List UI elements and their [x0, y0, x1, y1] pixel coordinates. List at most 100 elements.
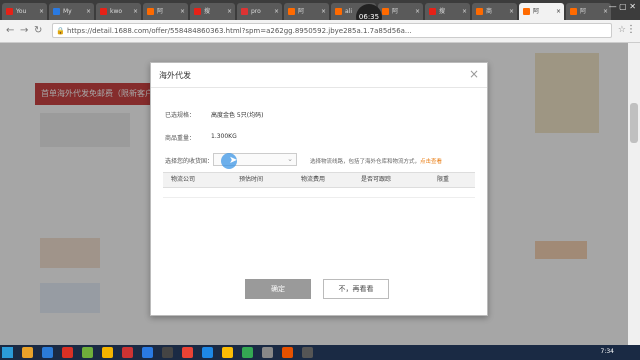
tab-favicon-icon: [429, 8, 436, 15]
tab-label: pro: [251, 8, 261, 15]
weight-value: 1.300KG: [211, 133, 237, 140]
browser-tab[interactable]: 阿 ×: [143, 3, 188, 20]
view-details-link[interactable]: 点击查看: [420, 159, 442, 165]
tab-close-icon[interactable]: ×: [603, 3, 608, 20]
tab-label: ali: [345, 8, 353, 15]
tab-label: 阿: [580, 8, 587, 15]
page-scrollbar[interactable]: [628, 43, 640, 345]
taskbar-app-icon[interactable]: [222, 347, 233, 358]
logistics-note-text: 选择物流线路，包括了海外仓库和物流方式，: [310, 159, 421, 165]
address-bar: ← → ↻ 🔒 https://detail.1688.com/offer/55…: [0, 20, 640, 43]
tab-favicon-icon: [570, 8, 577, 15]
scroll-thumb[interactable]: [630, 103, 638, 143]
os-taskbar: 7:34: [0, 345, 640, 360]
tab-label: My: [63, 8, 72, 15]
bookmark-star-icon[interactable]: ☆: [618, 25, 626, 35]
browser-tab[interactable]: 阿 ×: [566, 3, 611, 20]
tab-close-icon[interactable]: ×: [180, 3, 185, 20]
overseas-shipping-dialog: 海外代发 × 已选规格： 高度金色 5只(均码) 商品重量： 1.300KG 选…: [150, 62, 488, 316]
back-icon[interactable]: ←: [6, 25, 14, 36]
tab-close-icon[interactable]: ×: [133, 3, 138, 20]
taskbar-app-icon[interactable]: [302, 347, 313, 358]
close-icon[interactable]: ×: [469, 67, 479, 81]
taskbar-app-icon[interactable]: [202, 347, 213, 358]
tab-label: 搜: [204, 8, 211, 15]
tab-close-icon[interactable]: ×: [86, 3, 91, 20]
taskbar-app-icon[interactable]: [62, 347, 73, 358]
logistics-table-header: 物流公司 预估时间 物流费用 是否可跟踪 限重: [163, 172, 475, 188]
taskbar-app-icon[interactable]: [262, 347, 273, 358]
confirm-button[interactable]: 确定: [245, 279, 311, 299]
country-select-label: 选择您的收货国：: [165, 158, 214, 165]
taskbar-app-icon[interactable]: [182, 347, 193, 358]
weight-label: 商品重量：: [165, 135, 196, 142]
taskbar-app-icon[interactable]: [162, 347, 173, 358]
dialog-title: 海外代发: [159, 71, 191, 80]
tab-close-icon[interactable]: ×: [274, 3, 279, 20]
browser-tab[interactable]: 搜 ×: [190, 3, 235, 20]
tab-label: You: [16, 8, 27, 15]
tab-favicon-icon: [6, 8, 13, 15]
window-controls[interactable]: — ▢ ✕: [609, 2, 636, 11]
tab-favicon-icon: [335, 8, 342, 15]
browser-tab[interactable]: My ×: [49, 3, 94, 20]
taskbar-app-icon[interactable]: [142, 347, 153, 358]
tab-favicon-icon: [194, 8, 201, 15]
reload-icon[interactable]: ↻: [34, 25, 42, 36]
tab-label: kwo: [110, 8, 123, 15]
start-button-icon[interactable]: [2, 347, 13, 358]
spec-label: 已选规格：: [165, 112, 196, 119]
dialog-divider: [151, 87, 487, 88]
spec-value: 高度金色 5只(均码): [211, 112, 264, 119]
tab-close-icon[interactable]: ×: [227, 3, 232, 20]
taskbar-app-icon[interactable]: [22, 347, 33, 358]
forward-icon[interactable]: →: [20, 25, 28, 36]
browser-tab[interactable]: 阿 ×: [519, 3, 564, 20]
lock-icon: 🔒: [56, 27, 65, 35]
browser-menu-icon[interactable]: ⋮: [626, 24, 636, 35]
tab-favicon-icon: [53, 8, 60, 15]
tab-close-icon[interactable]: ×: [321, 3, 326, 20]
col-shipping-fee: 物流费用: [301, 176, 326, 183]
col-weight-limit: 限重: [437, 176, 450, 183]
tab-favicon-icon: [147, 8, 154, 15]
tab-close-icon[interactable]: ×: [462, 3, 467, 20]
logistics-note: 选择物流线路，包括了海外仓库和物流方式，点击查看: [310, 157, 442, 165]
taskbar-clock: 7:34: [600, 348, 614, 355]
tab-favicon-icon: [523, 8, 530, 15]
tab-favicon-icon: [382, 8, 389, 15]
url-text: https://detail.1688.com/offer/5584848603…: [67, 27, 412, 35]
col-estimated-time: 预估时间: [239, 176, 264, 183]
col-trackable: 是否可跟踪: [361, 176, 392, 183]
tab-label: 搜: [439, 8, 446, 15]
browser-tab[interactable]: 阿 ×: [378, 3, 423, 20]
browser-tab-bar: You×My×kwo×阿×搜×pro×阿×ali×阿×搜×商×阿×阿×: [0, 0, 640, 20]
tab-label: 阿: [533, 8, 540, 15]
chevron-down-icon: ⌄: [287, 155, 293, 163]
browser-tab[interactable]: kwo ×: [96, 3, 141, 20]
mouse-pointer-icon: ➤: [229, 155, 238, 166]
browser-tab[interactable]: 搜 ×: [425, 3, 470, 20]
tab-favicon-icon: [288, 8, 295, 15]
taskbar-app-icon[interactable]: [82, 347, 93, 358]
tab-close-icon[interactable]: ×: [39, 3, 44, 20]
url-input[interactable]: 🔒 https://detail.1688.com/offer/55848486…: [52, 23, 612, 38]
taskbar-app-icon[interactable]: [242, 347, 253, 358]
taskbar-app-icon[interactable]: [282, 347, 293, 358]
tab-close-icon[interactable]: ×: [415, 3, 420, 20]
browser-tab[interactable]: 商 ×: [472, 3, 517, 20]
tab-label: 阿: [298, 8, 305, 15]
taskbar-app-icon[interactable]: [102, 347, 113, 358]
col-logistics-company: 物流公司: [171, 176, 196, 183]
tab-label: 商: [486, 8, 493, 15]
cancel-button[interactable]: 不，再看看: [323, 279, 389, 299]
browser-tab[interactable]: 阿 ×: [284, 3, 329, 20]
tab-close-icon[interactable]: ×: [556, 3, 561, 20]
browser-tab[interactable]: pro ×: [237, 3, 282, 20]
browser-tab[interactable]: You ×: [2, 3, 47, 20]
tab-favicon-icon: [241, 8, 248, 15]
tab-close-icon[interactable]: ×: [509, 3, 514, 20]
taskbar-app-icon[interactable]: [42, 347, 53, 358]
tab-label: 阿: [157, 8, 164, 15]
taskbar-app-icon[interactable]: [122, 347, 133, 358]
